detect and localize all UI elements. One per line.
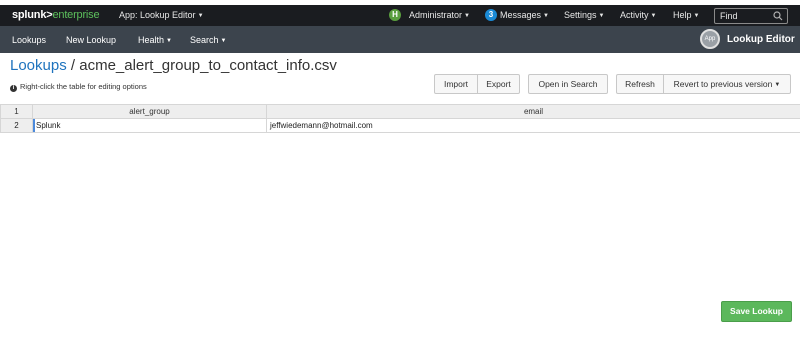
table-cell[interactable]: Splunk <box>32 118 267 133</box>
chevron-down-icon: ▼ <box>598 13 605 19</box>
refresh-button[interactable]: Refresh <box>616 74 664 94</box>
chevron-down-icon: ▼ <box>693 13 700 19</box>
revert-version-dropdown[interactable]: Revert to previous version ▼ <box>664 74 791 94</box>
import-button[interactable]: Import <box>434 74 478 94</box>
find-input[interactable]: Find <box>714 8 788 24</box>
settings-menu-label: Settings <box>564 10 597 20</box>
chevron-down-icon: ▼ <box>166 38 172 44</box>
chevron-down-icon: ▼ <box>464 13 470 19</box>
messages-menu-label: Messages <box>500 10 542 20</box>
chevron-down-icon: ▼ <box>650 13 657 19</box>
open-in-search-button[interactable]: Open in Search <box>528 74 608 94</box>
search-icon <box>773 11 783 21</box>
lookup-filename: acme_alert_group_to_contact_info.csv <box>79 57 337 74</box>
user-menu-label: Administrator <box>409 10 463 20</box>
row-header-cell[interactable]: 1 <box>0 104 33 119</box>
splunk-logo[interactable]: splunk>enterprise <box>12 9 100 21</box>
table-row[interactable]: 2 Splunk jeffwiedemann@hotmail.com <box>0 118 800 133</box>
nav-item-lookups[interactable]: Lookups <box>12 35 46 45</box>
find-placeholder: Find <box>720 11 738 21</box>
messages-count-badge[interactable]: 3 <box>485 9 497 21</box>
nav-item-health[interactable]: Health ▼ <box>138 35 172 45</box>
app-menu-label: App: Lookup Editor <box>119 10 196 20</box>
logo-brand: splunk> <box>12 9 53 21</box>
app-nav-bar: Lookups New Lookup Health ▼ Search ▼ App L… <box>0 26 800 53</box>
nav-item-health-label: Health <box>138 35 165 45</box>
editing-hint-text: Right-click the table for editing option… <box>20 82 147 91</box>
info-icon: i <box>10 85 17 92</box>
messages-menu[interactable]: Messages ▼ <box>500 10 549 20</box>
chevron-down-icon: ▼ <box>220 38 227 44</box>
help-menu[interactable]: Help ▼ <box>673 10 699 20</box>
editing-hint: i Right-click the table for editing optio… <box>10 82 147 92</box>
user-avatar-icon[interactable]: H <box>389 9 401 21</box>
activity-menu[interactable]: Activity ▼ <box>620 10 656 20</box>
activity-menu-label: Activity <box>620 10 649 20</box>
user-menu[interactable]: Administrator ▼ <box>409 10 470 20</box>
chevron-down-icon: ▼ <box>543 13 549 19</box>
app-name: Lookup Editor <box>727 34 795 45</box>
save-lookup-button[interactable]: Save Lookup <box>721 301 792 322</box>
breadcrumb-lookups-link[interactable]: Lookups <box>10 57 67 74</box>
revert-version-label: Revert to previous version <box>673 79 773 89</box>
help-menu-label: Help <box>673 10 692 20</box>
app-icon: App <box>700 29 720 49</box>
chevron-down-icon: ▼ <box>774 82 781 88</box>
table-header-row: 1 alert_group email <box>0 104 800 119</box>
table-cell[interactable]: jeffwiedemann@hotmail.com <box>266 118 800 133</box>
chevron-down-icon: ▼ <box>197 13 204 19</box>
splunk-top-bar: splunk>enterprise App: Lookup Editor ▼ H … <box>0 5 800 26</box>
export-button[interactable]: Export <box>478 74 520 94</box>
breadcrumb-separator: / <box>66 57 80 74</box>
nav-item-new-lookup[interactable]: New Lookup <box>66 35 116 45</box>
logo-product: enterprise <box>52 9 100 21</box>
settings-menu[interactable]: Settings ▼ <box>564 10 604 20</box>
app-menu[interactable]: App: Lookup Editor ▼ <box>119 10 204 20</box>
column-header-email[interactable]: email <box>266 104 800 119</box>
lookup-table[interactable]: 1 alert_group email 2 Splunk jeffwiedema… <box>0 104 800 133</box>
nav-item-search[interactable]: Search ▼ <box>190 35 226 45</box>
page-title: Lookups / acme_alert_group_to_contact_in… <box>10 57 337 74</box>
nav-item-search-label: Search <box>190 35 219 45</box>
row-number-cell[interactable]: 2 <box>0 118 33 133</box>
column-header-alert-group[interactable]: alert_group <box>32 104 267 119</box>
